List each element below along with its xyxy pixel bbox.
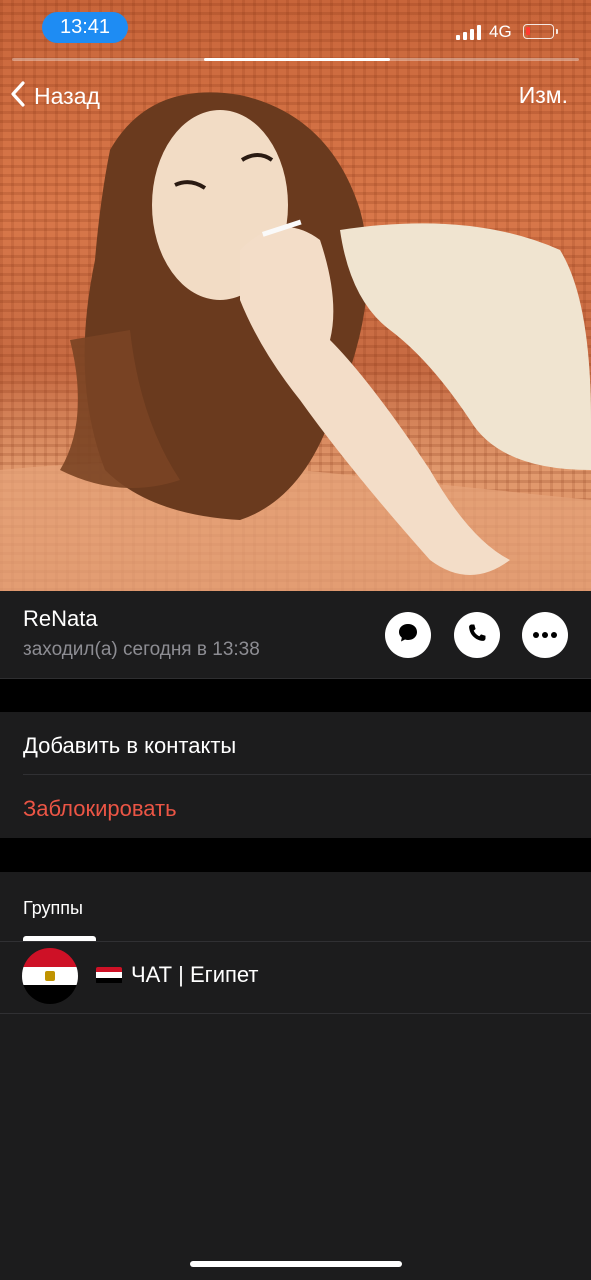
- status-time: 13:41: [42, 12, 128, 43]
- edit-button[interactable]: Изм.: [519, 82, 568, 109]
- block-button[interactable]: Заблокировать: [23, 796, 177, 822]
- back-label: Назад: [34, 82, 100, 109]
- groups-section: Группы: [0, 872, 591, 1280]
- section-gap: [0, 838, 591, 872]
- group-avatar[interactable]: [22, 948, 78, 1004]
- group-name: ЧАТ | Египет: [131, 962, 259, 987]
- chevron-left-icon: [10, 80, 26, 113]
- contact-actions-section: Добавить в контакты Заблокировать: [0, 712, 591, 838]
- divider: [0, 1013, 591, 1014]
- add-to-contacts-button[interactable]: Добавить в контакты: [23, 733, 236, 759]
- last-seen-status: заходил(а) сегодня в 13:38: [23, 639, 260, 660]
- profile-name: ReNata: [23, 606, 98, 631]
- group-list-item[interactable]: ЧАТ | Египет: [96, 962, 258, 988]
- profile-info: ReNata заходил(а) сегодня в 13:38: [0, 591, 591, 679]
- more-button[interactable]: [522, 612, 568, 658]
- divider: [23, 774, 591, 775]
- call-button[interactable]: [454, 612, 500, 658]
- photo-progress-current: [204, 58, 390, 61]
- battery-icon: [523, 24, 558, 39]
- egypt-flag-icon: [96, 966, 122, 984]
- section-gap: [0, 679, 591, 712]
- divider: [0, 941, 591, 942]
- network-type: 4G: [489, 22, 512, 41]
- phone-icon: [465, 621, 489, 650]
- signal-icon: [456, 24, 482, 40]
- home-indicator[interactable]: [190, 1261, 402, 1267]
- battery-level: [526, 27, 530, 35]
- more-icon: [532, 626, 558, 644]
- groups-tab-label[interactable]: Группы: [23, 898, 83, 919]
- message-button[interactable]: [385, 612, 431, 658]
- back-button[interactable]: Назад: [10, 78, 100, 114]
- message-icon: [396, 621, 420, 650]
